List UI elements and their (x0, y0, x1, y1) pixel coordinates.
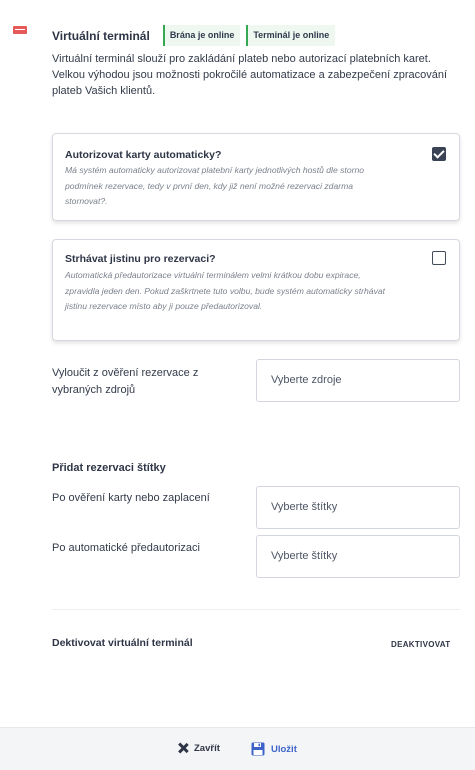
footer-bar: Zavřít Uložit (0, 727, 475, 770)
tags-section-title: Přidat rezervaci štítky (52, 462, 166, 474)
exclude-sources-label: Vyloučit z ověření rezervace z vybraných… (52, 367, 199, 396)
auto-authorize-option[interactable]: Autorizovat karty automaticky? Má systém… (52, 133, 460, 221)
intro-text: Virtuální terminál slouží pro zakládání … (52, 53, 448, 97)
exclude-sources-select[interactable]: Vyberte zdroje (256, 359, 460, 402)
option-description: Má systém automaticky autorizovat plateb… (65, 165, 365, 206)
save-icon (251, 742, 265, 756)
capture-deposit-checkbox[interactable] (432, 251, 446, 265)
option-description: Automatická předautorizace virtuální ter… (65, 270, 386, 311)
after-preauth-label: Po automatické předautorizaci (52, 542, 200, 554)
credit-card-icon (13, 26, 27, 34)
deactivate-button[interactable]: DEAKTIVOVAT (391, 640, 450, 649)
auto-authorize-checkbox[interactable] (432, 147, 446, 161)
after-verify-tags-select[interactable]: Vyberte štítky (256, 486, 460, 529)
capture-deposit-option[interactable]: Strhávat jistinu pro rezervaci? Automati… (52, 239, 460, 341)
option-title: Autorizovat karty automaticky? (65, 149, 222, 161)
save-button[interactable]: Uložit (251, 742, 297, 756)
terminal-header: Virtuální terminál Brána je online Termi… (52, 25, 341, 46)
close-label: Zavřít (194, 742, 220, 754)
after-preauth-tags-select[interactable]: Vyberte štítky (256, 535, 460, 578)
after-verify-label: Po ověření karty nebo zaplacení (52, 492, 210, 504)
close-icon (177, 742, 189, 754)
save-label: Uložit (271, 743, 297, 755)
deactivate-label: Dektivovat virtuální terminál (52, 637, 193, 649)
gateway-status-badge: Brána je online (162, 25, 241, 46)
close-button[interactable]: Zavřít (177, 742, 220, 754)
divider (52, 609, 460, 610)
option-title: Strhávat jistinu pro rezervaci? (65, 253, 216, 265)
terminal-status-badge: Terminál je online (246, 25, 336, 46)
page-title: Virtuální terminál (52, 28, 150, 43)
